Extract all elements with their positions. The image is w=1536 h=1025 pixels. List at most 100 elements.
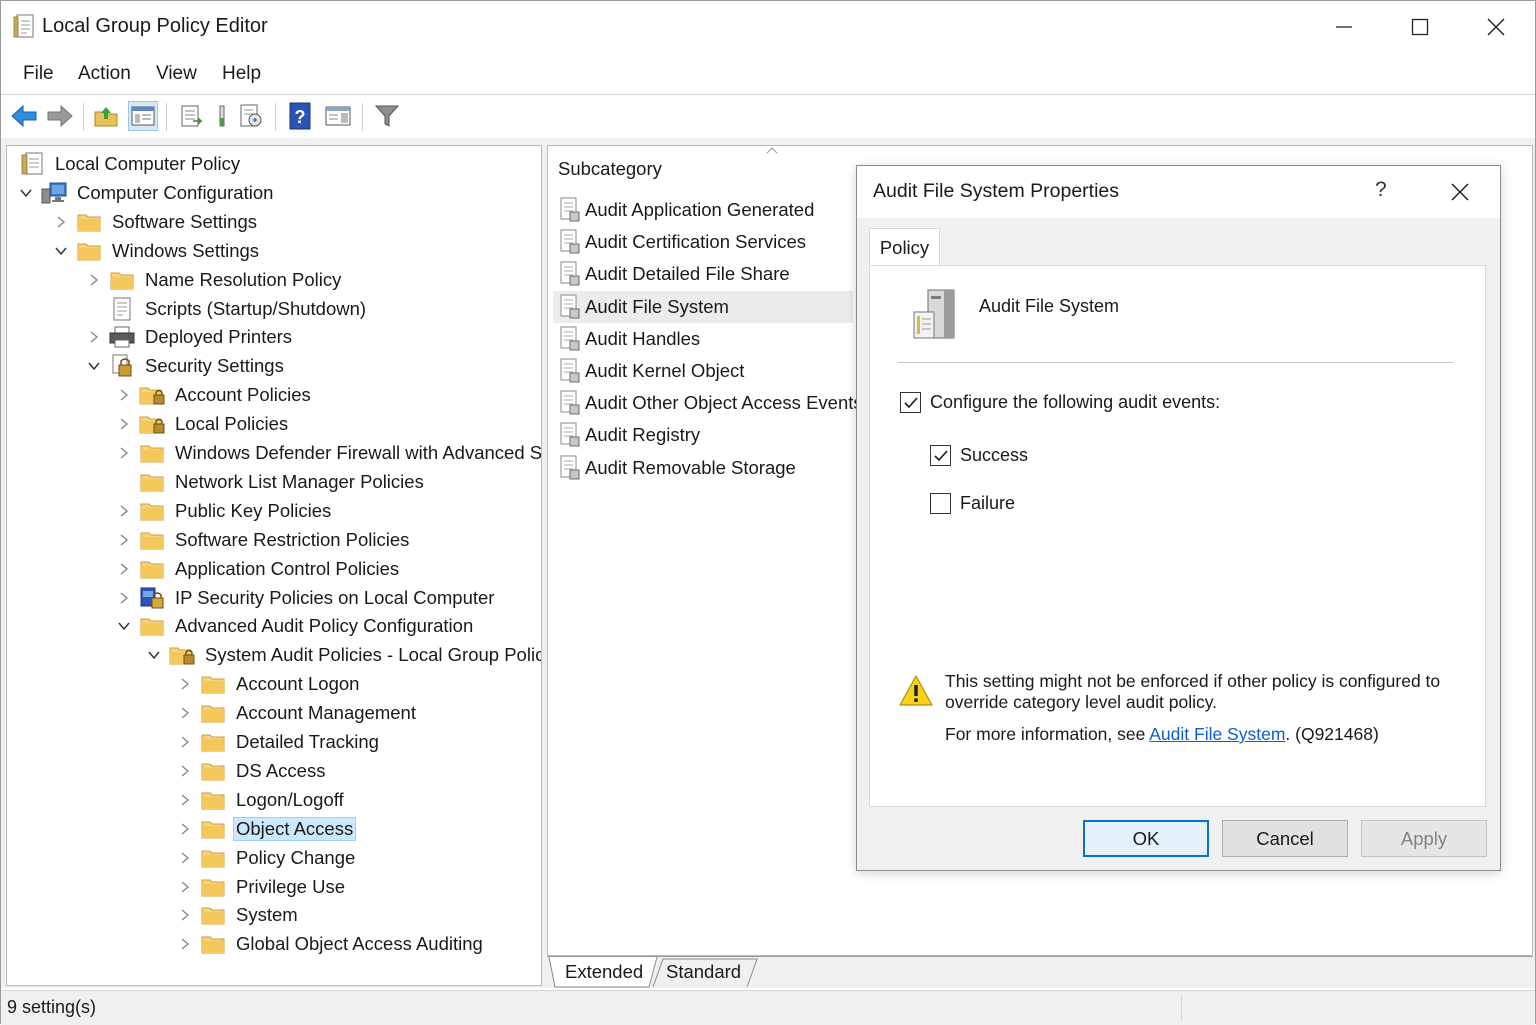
chevron-right-icon[interactable]: [87, 323, 101, 351]
menu-file[interactable]: File: [23, 63, 54, 85]
tree-node[interactable]: Account Policies: [117, 381, 314, 409]
up-one-level-button[interactable]: [91, 101, 121, 131]
tree-node[interactable]: Application Control Policies: [117, 555, 402, 583]
close-window-button[interactable]: [1473, 9, 1519, 45]
chevron-right-icon[interactable]: [178, 930, 192, 958]
tree-node[interactable]: Logon/Logoff: [178, 786, 347, 814]
chevron-right-icon[interactable]: [178, 786, 192, 814]
subcategory-row[interactable]: Audit Handles: [553, 323, 853, 355]
chevron-right-icon[interactable]: [178, 757, 192, 785]
tree-node[interactable]: IP Security Policies on Local Computer: [117, 584, 497, 612]
column-header-subcategory[interactable]: Subcategory: [558, 158, 662, 180]
chevron-right-icon[interactable]: [117, 381, 131, 409]
subcategory-row[interactable]: Audit Kernel Object: [553, 355, 853, 387]
minimize-button[interactable]: [1321, 9, 1367, 45]
dialog-close-button[interactable]: [1445, 180, 1475, 206]
back-button[interactable]: [9, 101, 39, 131]
chevron-right-icon[interactable]: [117, 497, 131, 525]
failure-checkbox[interactable]: [930, 493, 951, 514]
tree-node[interactable]: Advanced Audit Policy Configuration: [117, 612, 476, 640]
tree-node[interactable]: Detailed Tracking: [178, 728, 382, 756]
tree-node[interactable]: Account Logon: [178, 670, 362, 698]
tree-node[interactable]: System: [178, 901, 301, 929]
tree-node[interactable]: Public Key Policies: [117, 497, 334, 525]
tree-node[interactable]: Software Restriction Policies: [117, 526, 412, 554]
apply-button[interactable]: Apply: [1361, 820, 1487, 857]
audit-file-system-link[interactable]: Audit File System: [1149, 724, 1285, 744]
folder-icon: [76, 239, 102, 263]
menu-view[interactable]: View: [156, 63, 197, 85]
tree-node[interactable]: Deployed Printers: [87, 323, 295, 351]
tree-node[interactable]: Security Settings: [87, 352, 287, 380]
chevron-right-icon[interactable]: [117, 584, 131, 612]
chevron-right-icon[interactable]: [178, 873, 192, 901]
tab-standard[interactable]: Standard: [666, 957, 741, 987]
chevron-right-icon[interactable]: [178, 815, 192, 843]
ok-button[interactable]: OK: [1083, 820, 1209, 857]
help-document-button[interactable]: [236, 101, 266, 131]
help-button[interactable]: ?: [285, 101, 315, 131]
maximize-button[interactable]: [1397, 9, 1443, 45]
folder-lock-icon: [169, 643, 195, 667]
tree-node[interactable]: Scripts (Startup/Shutdown): [87, 295, 369, 323]
show-hide-console-tree-button[interactable]: [128, 101, 158, 131]
chevron-right-icon[interactable]: [178, 670, 192, 698]
success-checkbox-row[interactable]: Success: [930, 445, 1028, 466]
cancel-button[interactable]: Cancel: [1222, 820, 1348, 857]
subcategory-row[interactable]: Audit Certification Services: [553, 226, 853, 258]
document-view-icon: [240, 104, 262, 127]
subcategory-row[interactable]: Audit Application Generated: [553, 194, 853, 226]
tree-node[interactable]: Object Access: [178, 815, 357, 843]
properties-button[interactable]: [207, 101, 237, 131]
show-action-pane-button[interactable]: [323, 101, 353, 131]
tree-node[interactable]: System Audit Policies - Local Group Poli…: [147, 641, 541, 669]
chevron-right-icon[interactable]: [178, 844, 192, 872]
tree-node[interactable]: Global Object Access Auditing: [178, 930, 486, 958]
filter-button[interactable]: [372, 101, 402, 131]
tree-node[interactable]: Policy Change: [178, 844, 358, 872]
tab-extended[interactable]: Extended: [565, 957, 643, 987]
tree-node[interactable]: DS Access: [178, 757, 328, 785]
forward-button[interactable]: [45, 101, 75, 131]
chevron-right-icon[interactable]: [117, 526, 131, 554]
chevron-down-icon[interactable]: [54, 237, 68, 265]
tree-node[interactable]: Software Settings: [54, 208, 260, 236]
chevron-right-icon[interactable]: [117, 410, 131, 438]
success-checkbox[interactable]: [930, 445, 951, 466]
tree-node[interactable]: Windows Defender Firewall with Advanced …: [117, 439, 541, 467]
tree-node[interactable]: Local Policies: [117, 410, 291, 438]
chevron-down-icon[interactable]: [19, 179, 33, 207]
tree-node[interactable]: Local Computer Policy: [19, 150, 243, 178]
chevron-right-icon[interactable]: [178, 901, 192, 929]
chevron-right-icon[interactable]: [117, 555, 131, 583]
chevron-right-icon[interactable]: [178, 699, 192, 727]
tab-policy[interactable]: Policy: [869, 228, 940, 266]
tree-node[interactable]: Name Resolution Policy: [87, 266, 344, 294]
subcategory-row[interactable]: Audit Other Object Access Events: [553, 387, 863, 419]
chevron-right-icon[interactable]: [178, 728, 192, 756]
configure-audit-checkbox-row[interactable]: Configure the following audit events:: [900, 392, 1220, 413]
subcategory-row[interactable]: Audit Registry: [553, 419, 853, 451]
subcategory-row[interactable]: Audit File System: [553, 290, 853, 323]
chevron-right-icon[interactable]: [87, 266, 101, 294]
menu-help[interactable]: Help: [222, 63, 261, 85]
tree-node[interactable]: Account Management: [178, 699, 419, 727]
menu-action[interactable]: Action: [78, 63, 131, 85]
tree-node[interactable]: Computer Configuration: [19, 179, 276, 207]
tree-node[interactable]: Privilege Use: [178, 873, 348, 901]
chevron-down-icon[interactable]: [147, 641, 161, 669]
configure-checkbox[interactable]: [900, 392, 921, 413]
tree-node[interactable]: Network List Manager Policies: [117, 468, 427, 496]
tree-node[interactable]: Windows Settings: [54, 237, 262, 265]
dialog-help-button[interactable]: ?: [1375, 178, 1387, 202]
subcategory-row[interactable]: Audit Removable Storage: [553, 452, 853, 484]
chevron-down-icon[interactable]: [117, 612, 131, 640]
failure-checkbox-row[interactable]: Failure: [930, 493, 1015, 514]
tree-node-label: Account Policies: [175, 384, 311, 406]
chevron-right-icon[interactable]: [54, 208, 68, 236]
subcategory-row[interactable]: Audit Detailed File Share: [553, 258, 853, 290]
export-list-button[interactable]: [176, 101, 206, 131]
more-info-line: For more information, see Audit File Sys…: [945, 724, 1379, 745]
chevron-down-icon[interactable]: [87, 352, 101, 380]
chevron-right-icon[interactable]: [117, 439, 131, 467]
